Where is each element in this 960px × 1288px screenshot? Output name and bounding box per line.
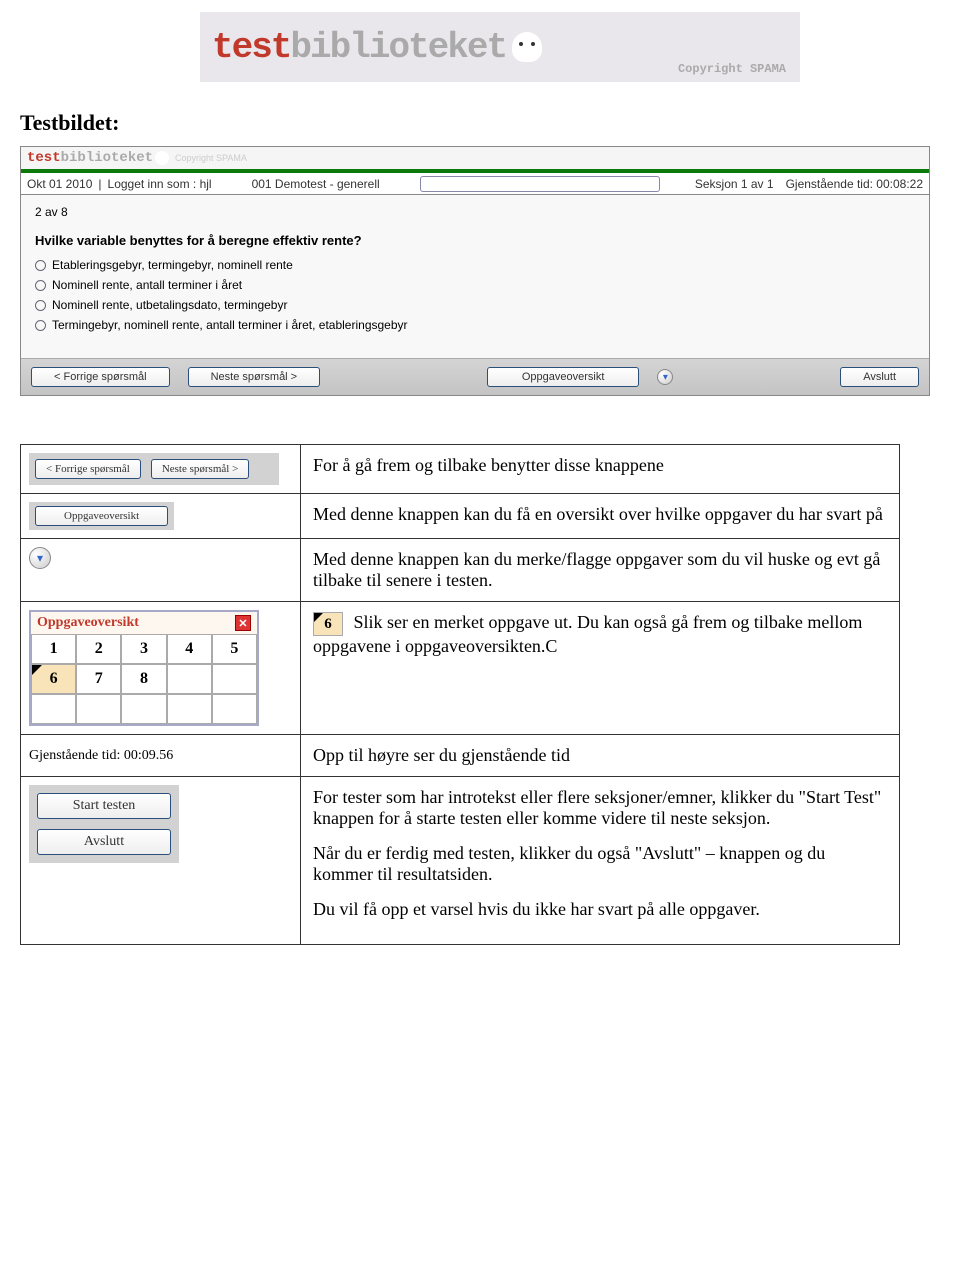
num-cell-empty: [31, 694, 76, 724]
subbar-date: Okt 01 2010: [27, 177, 92, 191]
num-cell-empty: [167, 664, 212, 694]
num-cell[interactable]: 4: [167, 634, 212, 664]
finish-button[interactable]: Avslutt: [840, 367, 919, 387]
brand-banner: testbiblioteket Copyright SPAMA: [200, 12, 800, 82]
app-subbar: Okt 01 2010 | Logget inn som : hjl 001 D…: [21, 173, 929, 195]
mini-logo: testbiblioteket: [27, 150, 153, 166]
mini-copyright: Copyright SPAMA: [175, 153, 247, 163]
time-remaining-label: Gjenstående tid: 00:09.56: [29, 748, 173, 763]
face-icon: [512, 32, 542, 62]
section-indicator: Seksjon 1 av 1: [695, 177, 774, 191]
num-cell[interactable]: 5: [212, 634, 257, 664]
num-cell-empty: [76, 694, 121, 724]
table-row: < Forrige spørsmål Neste spørsmål > For …: [21, 445, 900, 494]
explanation-text: For tester som har introtekst eller fler…: [313, 787, 887, 829]
table-row: Start testen Avslutt For tester som har …: [21, 777, 900, 945]
subbar-login: Logget inn som : hjl: [108, 177, 212, 191]
flag-icon[interactable]: ▾: [29, 547, 51, 569]
explanation-text: Med denne knappen kan du merke/flagge op…: [301, 539, 900, 602]
option-4[interactable]: Termingebyr, nominell rente, antall term…: [35, 318, 915, 332]
num-cell-empty: [212, 694, 257, 724]
finish-button[interactable]: Avslutt: [37, 829, 171, 855]
overview-button[interactable]: Oppgaveoversikt: [35, 506, 168, 526]
next-button[interactable]: Neste spørsmål >: [188, 367, 321, 387]
brand-red: test: [212, 27, 290, 68]
brand-grey: biblioteket: [290, 27, 506, 68]
radio-icon[interactable]: [35, 260, 46, 271]
num-cell-empty: [167, 694, 212, 724]
num-cell-flagged[interactable]: 6: [31, 664, 76, 694]
explanation-text: Opp til høyre ser du gjenstående tid: [301, 735, 900, 777]
close-icon[interactable]: ✕: [235, 615, 251, 631]
time-remaining: Gjenstående tid: 00:08:22: [786, 177, 923, 191]
num-cell[interactable]: 3: [121, 634, 166, 664]
overview-panel: Oppgaveoversikt ✕ 1 2 3 4 5 6 7 8: [29, 610, 259, 726]
face-icon: [155, 151, 169, 165]
prev-button[interactable]: < Forrige spørsmål: [35, 459, 141, 479]
explanation-text: Med denne knappen kan du få en oversikt …: [301, 494, 900, 539]
option-1[interactable]: Etableringsgebyr, termingebyr, nominell …: [35, 258, 915, 272]
table-row: Gjenstående tid: 00:09.56 Opp til høyre …: [21, 735, 900, 777]
num-cell[interactable]: 1: [31, 634, 76, 664]
option-2[interactable]: Nominell rente, antall terminer i året: [35, 278, 915, 292]
next-button[interactable]: Neste spørsmål >: [151, 459, 249, 479]
app-window: testbiblioteket Copyright SPAMA Okt 01 2…: [20, 146, 930, 396]
app-footer: < Forrige spørsmål Neste spørsmål > Oppg…: [21, 359, 929, 395]
explanation-text: Du vil få opp et varsel hvis du ikke har…: [313, 899, 887, 920]
demotest-label: 001 Demotest - generell: [252, 177, 380, 191]
explanation-text: For å gå frem og tilbake benytter disse …: [301, 445, 900, 494]
question-area: 2 av 8 Hvilke variable benyttes for å be…: [21, 195, 929, 359]
app-header: testbiblioteket Copyright SPAMA: [21, 147, 929, 173]
number-grid: 1 2 3 4 5 6 7 8: [31, 634, 257, 724]
demotest-input[interactable]: [420, 176, 660, 192]
num-cell[interactable]: 7: [76, 664, 121, 694]
flag-icon[interactable]: ▾: [657, 369, 673, 385]
copyright-text: Copyright SPAMA: [678, 62, 786, 76]
section-title: Testbildet:: [20, 110, 940, 136]
num-cell-empty: [121, 694, 166, 724]
num-cell[interactable]: 2: [76, 634, 121, 664]
radio-icon[interactable]: [35, 280, 46, 291]
explanation-table: < Forrige spørsmål Neste spørsmål > For …: [20, 444, 900, 945]
question-counter: 2 av 8: [35, 205, 915, 219]
radio-icon[interactable]: [35, 300, 46, 311]
radio-icon[interactable]: [35, 320, 46, 331]
num-cell-empty: [212, 664, 257, 694]
panel-title: Oppgaveoversikt: [37, 615, 139, 631]
question-text: Hvilke variable benyttes for å beregne e…: [35, 233, 915, 248]
table-row: Oppgaveoversikt Med denne knappen kan du…: [21, 494, 900, 539]
prev-button[interactable]: < Forrige spørsmål: [31, 367, 170, 387]
start-test-button[interactable]: Start testen: [37, 793, 171, 819]
brand-logo: testbiblioteket: [212, 27, 506, 68]
flag-icon: 6: [313, 612, 343, 636]
option-3[interactable]: Nominell rente, utbetalingsdato, terming…: [35, 298, 915, 312]
overview-button[interactable]: Oppgaveoversikt: [487, 367, 640, 387]
explanation-text: 6 Slik ser en merket oppgave ut. Du kan …: [313, 612, 887, 657]
explanation-text: Når du er ferdig med testen, klikker du …: [313, 843, 887, 885]
table-row: Oppgaveoversikt ✕ 1 2 3 4 5 6 7 8: [21, 602, 900, 735]
num-cell[interactable]: 8: [121, 664, 166, 694]
table-row: ▾ Med denne knappen kan du merke/flagge …: [21, 539, 900, 602]
